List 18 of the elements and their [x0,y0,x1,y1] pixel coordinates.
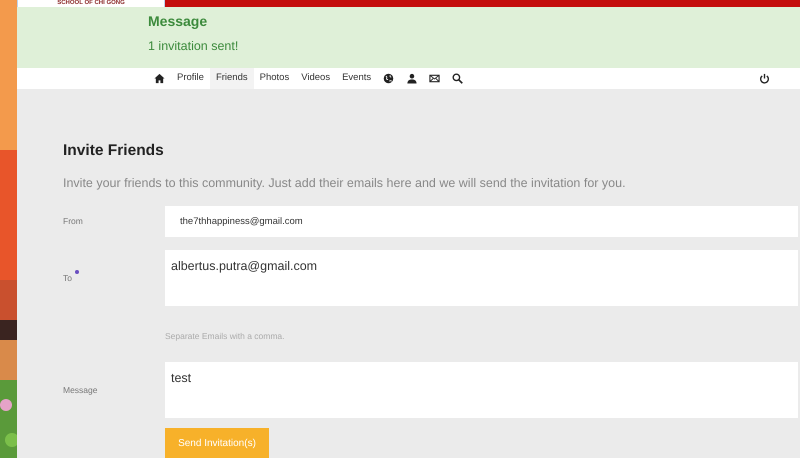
search-icon [452,72,464,84]
message-text: 1 invitation sent! [148,38,240,54]
mail-icon [429,72,440,84]
text-area[interactable]: test [165,362,798,418]
text-area[interactable]: albertus.putra@gmail.com [165,250,798,306]
user-icon [406,72,418,84]
globe-icon [383,72,394,84]
message-title: Message [148,13,208,29]
hint-text: Separate Emails with a comma. [165,331,285,341]
input-field[interactable]: the7thhappiness@gmail.com [165,206,798,237]
home-icon [154,72,165,84]
intro-text: Invite your friends to this community. Just add their emails here and we will send the invitation for you. [63,175,627,191]
power-icon[interactable] [759,72,770,84]
nav-tab[interactable]: Friends [210,68,254,89]
form-title: Invite Friends [63,141,165,161]
field-label: Message [63,384,98,396]
field-label: From [63,215,83,228]
field-label: To [63,272,72,284]
